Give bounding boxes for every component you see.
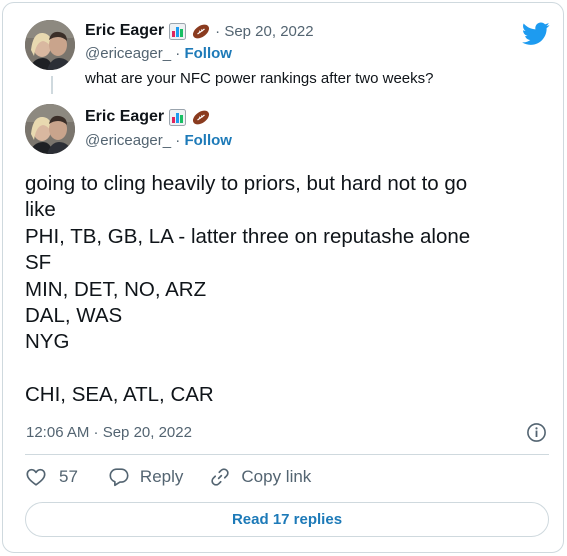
- like-count: 57: [59, 467, 78, 486]
- reply-bubble-icon: [109, 468, 129, 487]
- tweet-text-line: going to cling heavily to priors, but ha…: [25, 172, 468, 195]
- read-replies-button[interactable]: Read 17 replies: [25, 502, 549, 537]
- parent-author-handle[interactable]: @ericeager_: [85, 45, 171, 62]
- follow-button[interactable]: Follow: [184, 132, 232, 149]
- action-bar: 57 Reply Copy link: [25, 466, 311, 488]
- parent-author-avatar[interactable]: [25, 20, 75, 70]
- read-replies-label: Read 17 replies: [231, 511, 343, 528]
- copy-link-label: Copy link: [241, 467, 312, 486]
- author-avatar[interactable]: [25, 104, 75, 154]
- football-icon: [191, 23, 211, 40]
- bar-chart-icon: [169, 108, 187, 126]
- tweet-text-line: PHI, TB, GB, LA - latter three on reputa…: [25, 224, 471, 248]
- thread-connector-line: [51, 76, 53, 94]
- tweet-timestamp[interactable]: 12:06 AM · Sep 20, 2022: [26, 424, 192, 441]
- copy-link-button[interactable]: Copy link: [209, 466, 311, 488]
- tweet-text-line: MIN, DET, NO, ARZ: [25, 277, 207, 301]
- tweet-text-line: [25, 356, 550, 382]
- parent-author-row: Eric Eager · Sep 20, 2022: [85, 22, 314, 40]
- reply-button[interactable]: Reply: [108, 466, 183, 488]
- tweet-text-line: CHI, SEA, ATL, CAR: [25, 383, 214, 407]
- heart-icon: [26, 468, 46, 486]
- like-button[interactable]: 57: [25, 466, 78, 488]
- football-icon: [191, 109, 211, 126]
- parent-author-name[interactable]: Eric Eager: [85, 22, 164, 40]
- tweet-text: going to cling heavily to priors, but ha…: [25, 171, 550, 409]
- tweet-text-line: SF: [25, 251, 52, 275]
- parent-follow-button[interactable]: Follow: [184, 45, 232, 62]
- author-row: Eric Eager: [85, 108, 211, 126]
- info-icon[interactable]: [526, 422, 547, 443]
- parent-handle-row: @ericeager_ · Follow: [85, 45, 232, 62]
- handle-row: @ericeager_ · Follow: [85, 132, 232, 149]
- author-handle[interactable]: @ericeager_: [85, 132, 171, 149]
- twitter-bird-icon[interactable]: [522, 22, 550, 46]
- bar-chart-icon: [169, 22, 187, 40]
- tweet-embed-card: Eric Eager · Sep 20, 2022 @ericeager_ · …: [2, 2, 564, 553]
- author-name[interactable]: Eric Eager: [85, 108, 164, 126]
- separator-dot: ·: [171, 45, 185, 62]
- link-icon: [211, 468, 230, 486]
- tweet-text-line: NYG: [25, 330, 70, 354]
- parent-tweet-text: what are your NFC power rankings after t…: [85, 70, 434, 87]
- tweet-text-line: DAL, WAS: [25, 303, 123, 327]
- separator-dot: ·: [171, 132, 185, 149]
- divider: [25, 454, 549, 455]
- reply-label: Reply: [139, 467, 184, 486]
- tweet-text-line: like: [25, 198, 56, 222]
- parent-tweet-date[interactable]: · Sep 20, 2022: [215, 23, 313, 40]
